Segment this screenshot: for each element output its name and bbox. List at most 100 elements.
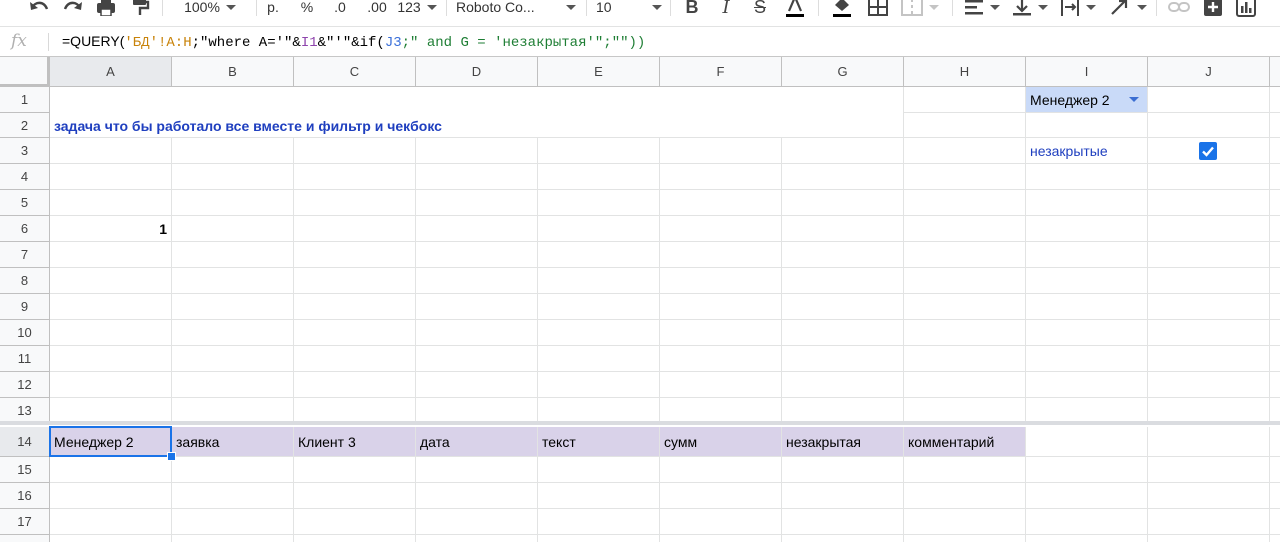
grid-cell[interactable] xyxy=(1026,268,1148,294)
grid-cell[interactable] xyxy=(50,483,172,509)
redo-icon[interactable] xyxy=(60,0,86,22)
grid-cell[interactable] xyxy=(904,138,1026,164)
fill-color-icon[interactable] xyxy=(828,0,856,22)
grid-cell[interactable] xyxy=(660,216,782,242)
grid-cell[interactable] xyxy=(416,268,538,294)
formula-input[interactable]: =QUERY('БД'!A:H;"where A='"&I1&"'"&if(J3… xyxy=(62,33,645,51)
column-header-g[interactable]: G xyxy=(782,57,904,87)
grid-cell[interactable] xyxy=(538,294,660,320)
grid-cell[interactable] xyxy=(782,138,904,164)
grid-cell[interactable] xyxy=(1148,483,1270,509)
grid-cell[interactable] xyxy=(660,346,782,372)
insert-chart-icon[interactable] xyxy=(1233,0,1259,22)
grid-cell[interactable] xyxy=(538,164,660,190)
grid-cell[interactable] xyxy=(782,216,904,242)
merge-cells-icon[interactable] xyxy=(900,0,940,22)
result-header-cell[interactable]: заявка xyxy=(172,427,294,457)
row-header-12[interactable]: 12 xyxy=(0,372,50,398)
fill-handle[interactable] xyxy=(167,452,176,461)
grid-cell[interactable] xyxy=(538,398,660,423)
grid-cell[interactable] xyxy=(660,138,782,164)
grid-cell[interactable] xyxy=(50,242,172,268)
row-header-18[interactable]: 18 xyxy=(0,535,50,542)
column-header-i[interactable]: I xyxy=(1026,57,1148,87)
grid-cell[interactable] xyxy=(1148,427,1270,457)
grid-cell[interactable] xyxy=(1148,372,1270,398)
grid-cell[interactable] xyxy=(416,294,538,320)
insert-link-icon[interactable] xyxy=(1166,0,1192,22)
grid-cell[interactable] xyxy=(538,535,660,542)
truncated-text-cell[interactable]: т xyxy=(1270,164,1280,190)
grid-cell[interactable] xyxy=(904,457,1026,483)
row-header-8[interactable]: 8 xyxy=(0,268,50,294)
grid-cell[interactable] xyxy=(294,294,416,320)
grid-cell[interactable] xyxy=(660,190,782,216)
row-header-15[interactable]: 15 xyxy=(0,457,50,483)
row-header-14[interactable]: 14 xyxy=(0,427,50,457)
grid-cell[interactable] xyxy=(1270,398,1280,423)
grid-cell[interactable] xyxy=(782,320,904,346)
truncated-text-cell[interactable]: д xyxy=(1270,242,1280,268)
grid-cell[interactable] xyxy=(782,509,904,535)
grid-cell[interactable] xyxy=(904,87,1026,113)
font-size-select[interactable]: 10 xyxy=(596,0,662,22)
column-header-e[interactable]: E xyxy=(538,57,660,87)
grid-cell[interactable] xyxy=(1026,535,1148,542)
grid-cell[interactable] xyxy=(50,535,172,542)
column-header-d[interactable]: D xyxy=(416,57,538,87)
grid-cell[interactable] xyxy=(538,216,660,242)
grid-cell[interactable] xyxy=(904,190,1026,216)
increase-decimal-button[interactable]: .00 xyxy=(362,0,392,22)
row-header-17[interactable]: 17 xyxy=(0,509,50,535)
grid-cell[interactable] xyxy=(782,242,904,268)
grid-cell[interactable] xyxy=(538,138,660,164)
grid-cell[interactable] xyxy=(1026,164,1148,190)
grid-cell[interactable] xyxy=(294,483,416,509)
grid-cell[interactable] xyxy=(50,164,172,190)
currency-button[interactable]: р. xyxy=(262,0,284,22)
unclosed-checkbox[interactable] xyxy=(1199,142,1217,160)
more-formats-button[interactable]: 123 xyxy=(396,0,438,22)
grid-cell[interactable] xyxy=(660,457,782,483)
result-header-cell[interactable]: незакрытая xyxy=(782,427,904,457)
grid-cell[interactable] xyxy=(1026,242,1148,268)
grid-cell[interactable] xyxy=(50,372,172,398)
row-header-13[interactable]: 13 xyxy=(0,398,50,423)
grid-cell[interactable] xyxy=(1148,294,1270,320)
grid-cell[interactable] xyxy=(904,320,1026,346)
grid-cell[interactable] xyxy=(904,242,1026,268)
grid-cell[interactable] xyxy=(294,509,416,535)
grid-cell[interactable] xyxy=(1270,372,1280,398)
column-header-k[interactable] xyxy=(1270,57,1280,87)
grid-cell[interactable] xyxy=(904,509,1026,535)
column-header-a[interactable]: A xyxy=(50,57,172,87)
grid-cell[interactable] xyxy=(1148,216,1270,242)
unclosed-label-cell[interactable]: незакрытые xyxy=(1026,138,1148,164)
grid-cell[interactable] xyxy=(294,398,416,423)
grid-cell[interactable] xyxy=(1026,216,1148,242)
grid-cell[interactable] xyxy=(782,457,904,483)
grid-cell[interactable] xyxy=(660,268,782,294)
grid-cell[interactable] xyxy=(172,138,294,164)
cell-a6[interactable]: 1 xyxy=(50,216,172,242)
grid-cell[interactable] xyxy=(172,398,294,423)
grid-cell[interactable] xyxy=(1026,190,1148,216)
row-header-1[interactable]: 1 xyxy=(0,87,50,113)
grid-cell[interactable] xyxy=(538,190,660,216)
grid-cell[interactable] xyxy=(538,268,660,294)
grid-cell[interactable] xyxy=(416,320,538,346)
grid-cell[interactable] xyxy=(782,294,904,320)
truncated-text-cell[interactable]: к xyxy=(1270,138,1280,164)
grid-cell[interactable] xyxy=(660,372,782,398)
grid-cell[interactable] xyxy=(416,535,538,542)
grid-cell[interactable] xyxy=(660,535,782,542)
grid-cell[interactable] xyxy=(660,294,782,320)
checkbox-cell[interactable] xyxy=(1148,138,1270,164)
grid-cell[interactable] xyxy=(416,346,538,372)
grid-cell[interactable] xyxy=(294,190,416,216)
truncated-text-cell[interactable]: д xyxy=(1270,268,1280,294)
grid-cell[interactable] xyxy=(1148,457,1270,483)
grid-cell[interactable] xyxy=(782,372,904,398)
grid-cell[interactable] xyxy=(172,457,294,483)
result-header-cell[interactable]: дата xyxy=(416,427,538,457)
